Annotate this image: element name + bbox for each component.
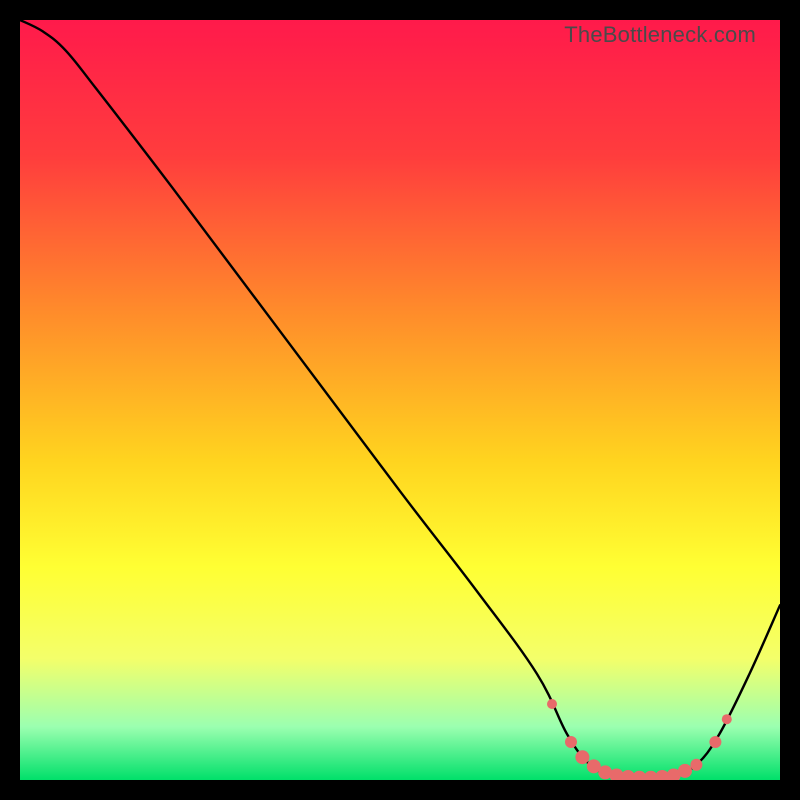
bottleneck-chart (20, 20, 780, 780)
watermark-text: TheBottleneck.com (564, 22, 756, 48)
data-marker (678, 764, 692, 778)
data-marker (565, 736, 577, 748)
data-marker (547, 699, 557, 709)
data-marker (722, 714, 732, 724)
gradient-background (20, 20, 780, 780)
data-marker (690, 759, 702, 771)
chart-frame: TheBottleneck.com (20, 20, 780, 780)
data-marker (709, 736, 721, 748)
data-marker (575, 750, 589, 764)
